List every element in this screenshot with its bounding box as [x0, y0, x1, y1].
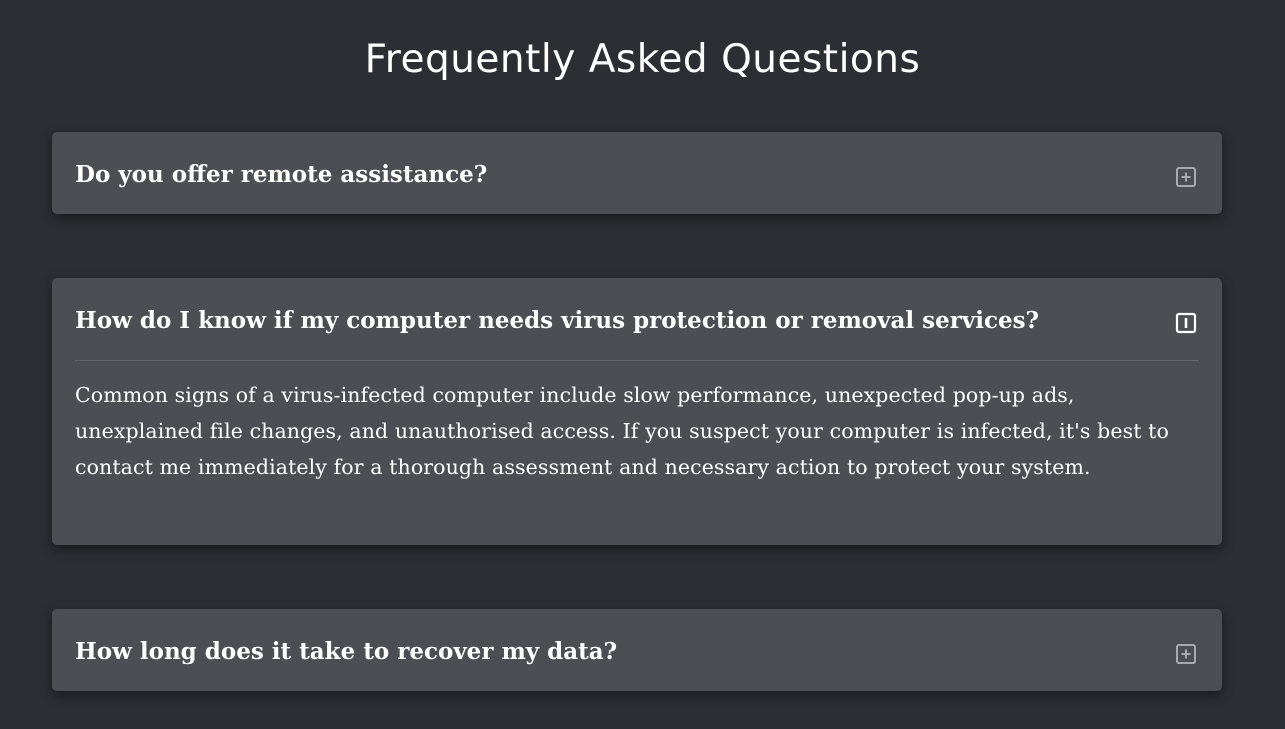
faq-question: How long does it take to recover my data…: [75, 638, 618, 665]
faq-item: Do you offer remote assistance?: [52, 132, 1222, 214]
faq-question-toggle[interactable]: Do you offer remote assistance?: [75, 132, 1199, 214]
faq-question: How do I know if my computer needs virus…: [75, 307, 1040, 334]
page-title: Frequently Asked Questions: [364, 37, 921, 82]
faq-item: How long does it take to recover my data…: [52, 609, 1222, 691]
faq-item: How do I know if my computer needs virus…: [52, 278, 1222, 545]
faq-answer: Common signs of a virus-infected compute…: [75, 383, 1169, 479]
exclamation-square-icon[interactable]: [1175, 312, 1197, 334]
faq-question: Do you offer remote assistance?: [75, 161, 488, 188]
faq-question-toggle[interactable]: How do I know if my computer needs virus…: [75, 278, 1199, 361]
faq-question-toggle[interactable]: How long does it take to recover my data…: [75, 609, 1199, 691]
plus-square-icon[interactable]: [1175, 166, 1197, 188]
faq-page: Frequently Asked Questions Do you offer …: [0, 0, 1285, 729]
plus-square-icon[interactable]: [1175, 643, 1197, 665]
